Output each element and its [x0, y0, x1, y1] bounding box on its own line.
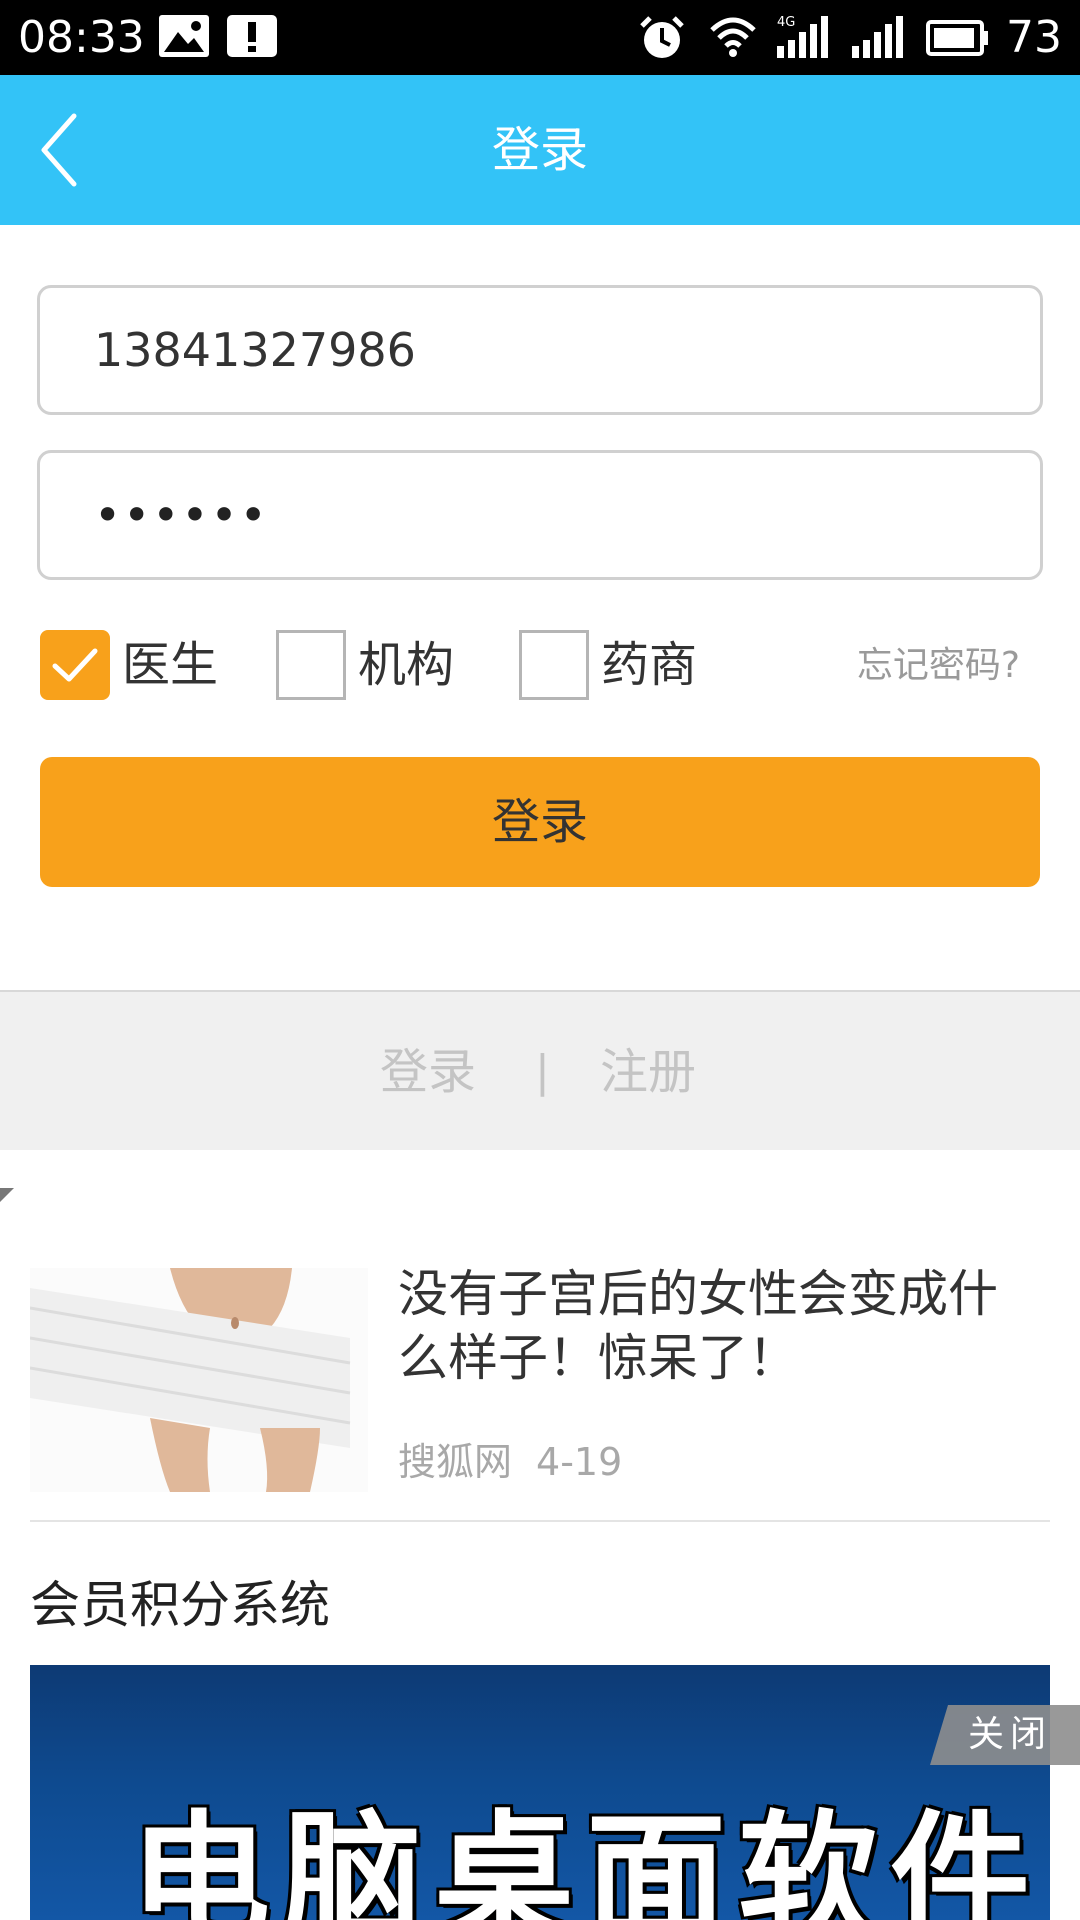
alert-icon — [227, 15, 277, 57]
password-input[interactable]: •••••• — [37, 450, 1043, 580]
password-input-value: •••••• — [94, 488, 269, 542]
corner-triangle — [0, 1188, 14, 1202]
ad-banner[interactable]: 电脑桌面软件 — [30, 1665, 1050, 1920]
role-checkbox-institution[interactable] — [276, 630, 346, 700]
phone-input-value: 13841327986 — [94, 323, 416, 377]
register-link[interactable]: 注册 — [600, 1042, 696, 1102]
battery-level: 73 — [1006, 12, 1062, 63]
signal-icon — [852, 16, 903, 58]
role-label-doctor: 医生 — [122, 637, 219, 693]
wifi-icon — [710, 17, 756, 57]
news-date: 4-19 — [536, 1440, 623, 1484]
alarm-icon — [640, 16, 684, 58]
app-bar: 登录 — [0, 75, 1080, 225]
role-option-pharma[interactable]: 药商 — [519, 630, 719, 702]
status-bar: 08:33 4G 73 — [0, 0, 1080, 75]
signal-4g-icon: 4G — [777, 15, 828, 58]
role-checkbox-pharma[interactable] — [519, 630, 589, 700]
news-source: 搜狐网 — [398, 1440, 513, 1484]
battery-icon — [926, 20, 988, 56]
news-title[interactable]: 没有子宫后的女性会变成什么样子！惊呆了！ — [398, 1262, 1038, 1390]
divider — [30, 1520, 1050, 1522]
role-option-doctor[interactable]: 医生 — [40, 630, 240, 702]
role-label-institution: 机构 — [358, 637, 455, 693]
section-title: 会员积分系统 — [30, 1576, 330, 1634]
check-icon — [52, 648, 98, 682]
image-icon — [159, 15, 209, 57]
phone-input[interactable]: 13841327986 — [37, 285, 1043, 415]
login-link[interactable]: 登录 — [380, 1042, 476, 1102]
role-checkbox-doctor[interactable] — [40, 630, 110, 700]
status-time: 08:33 — [18, 12, 145, 63]
news-meta: 搜狐网 4-19 — [398, 1437, 646, 1487]
news-thumbnail[interactable] — [30, 1268, 368, 1492]
login-button[interactable]: 登录 — [40, 757, 1040, 887]
ad-close-button[interactable]: 关闭 — [968, 1708, 1052, 1762]
page-title: 登录 — [491, 122, 588, 178]
news-image — [30, 1268, 368, 1492]
login-button-label: 登录 — [491, 794, 588, 850]
ad-text: 电脑桌面软件 — [130, 1798, 1043, 1920]
network-type: 4G — [777, 15, 795, 30]
auth-links-bar: 登录 | 注册 — [0, 990, 1080, 1150]
auth-links-separator: | — [535, 1046, 550, 1097]
role-label-pharma: 药商 — [601, 637, 698, 693]
role-option-institution[interactable]: 机构 — [276, 630, 476, 702]
forgot-password-link[interactable]: 忘记密码? — [857, 644, 1020, 688]
